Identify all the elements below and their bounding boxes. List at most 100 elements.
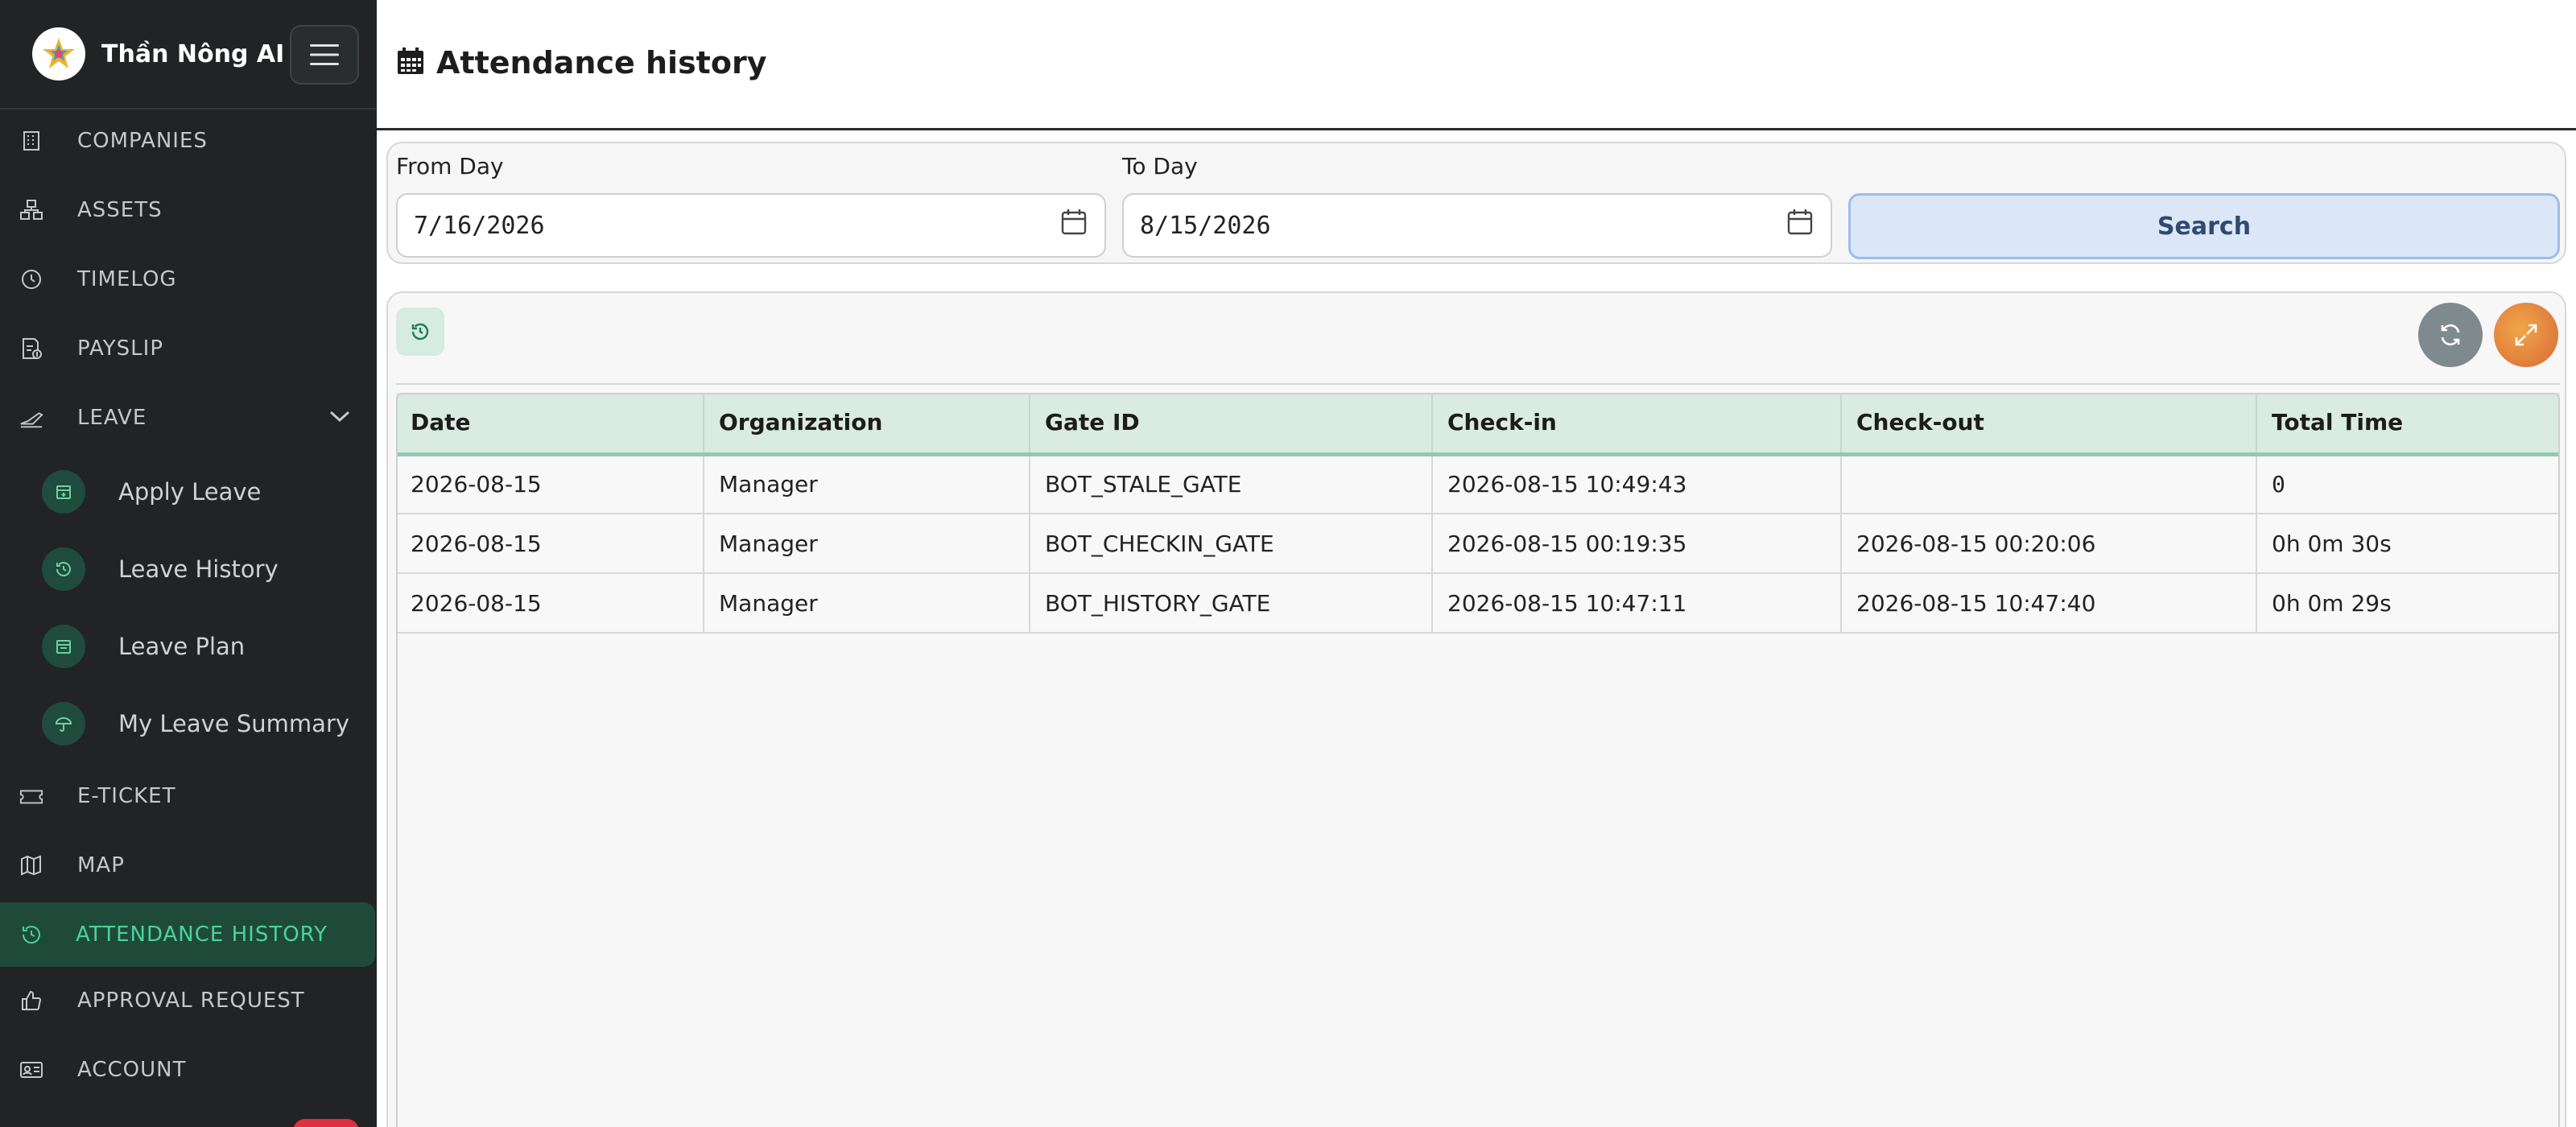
sidebar-item-companies[interactable]: COMPANIES [0,109,377,173]
cell-date: 2026-08-15 [396,514,704,574]
table-header-row: Date Organization Gate ID Check-in Check… [396,393,2560,456]
cell-check-out: 2026-08-15 10:47:40 [1841,573,2257,634]
chevron-down-icon[interactable] [328,409,351,427]
building-icon [19,129,43,153]
column-header-check-in[interactable]: Check-in [1432,393,1842,456]
history-toggle-button[interactable] [396,308,444,356]
sidebar-item-label: LEAVE [77,406,147,430]
column-header-organization[interactable]: Organization [704,393,1030,456]
refresh-button[interactable] [2418,303,2483,367]
sidebar-subitem-label: My Leave Summary [118,710,350,737]
cell-organization: Manager [704,573,1030,634]
sidebar-subitem-my-leave-summary[interactable]: My Leave Summary [0,688,377,759]
sidebar-item-label: ACCOUNT [77,1058,187,1082]
sidebar-item-e-ticket[interactable]: E-TICKET [0,764,377,828]
sidebar-item-approval-request[interactable]: APPROVAL REQUEST [0,968,377,1033]
to-day-label: To Day [1122,153,1198,180]
cell-date: 2026-08-15 [396,454,704,514]
sidebar-item-map[interactable]: MAP [0,833,377,898]
notification-badge[interactable] [293,1119,359,1127]
sidebar-subitem-label: Leave History [118,555,279,583]
from-day-label: From Day [396,153,504,180]
calendar-icon [42,625,85,668]
calendar-icon[interactable] [1059,208,1088,243]
cell-check-out: 2026-08-15 00:20:06 [1841,514,2257,574]
leave-icon [19,406,43,430]
cell-total-time: 0 [2256,454,2560,514]
attendance-table: Date Organization Gate ID Check-in Check… [396,393,2560,634]
menu-toggle-button[interactable] [290,25,359,85]
map-icon [19,853,43,877]
hamburger-icon [310,44,339,65]
sidebar-item-account[interactable]: ACCOUNT [0,1038,377,1102]
calendar-grid-icon [396,47,425,79]
sidebar-item-label: APPROVAL REQUEST [77,989,305,1013]
column-header-total-time[interactable]: Total Time [2256,393,2560,456]
payslip-icon [19,336,43,361]
to-day-input[interactable]: 8/15/2026 [1122,193,1832,258]
cell-gate-id: BOT_HISTORY_GATE [1030,573,1433,634]
search-button[interactable]: Search [1848,193,2560,259]
thumbs-up-icon [19,989,43,1013]
attendance-table-card: Date Organization Gate ID Check-in Check… [386,291,2566,1127]
to-day-value: 8/15/2026 [1140,211,1271,240]
cell-total-time: 0h 0m 30s [2256,514,2560,574]
assets-icon [19,198,43,222]
ticket-icon [19,784,43,808]
expand-button[interactable] [2494,303,2558,367]
table-row[interactable]: 2026-08-15 Manager BOT_HISTORY_GATE 2026… [396,573,2560,634]
main-content: From Day 7/16/2026 To Day 8/15/2026 Sear… [377,130,2576,1127]
expand-icon [2515,324,2537,346]
sidebar-item-leave[interactable]: LEAVE [0,386,377,450]
umbrella-icon [42,702,85,745]
cell-organization: Manager [704,454,1030,514]
column-header-gate-id[interactable]: Gate ID [1030,393,1433,456]
sidebar-item-timelog[interactable]: TIMELOG [0,247,377,312]
table-row[interactable]: 2026-08-15 Manager BOT_CHECKIN_GATE 2026… [396,514,2560,574]
sidebar-subitem-leave-plan[interactable]: Leave Plan [0,611,377,682]
brand-name: Thần Nông AI [101,39,285,68]
column-header-check-out[interactable]: Check-out [1841,393,2257,456]
cell-check-in: 2026-08-15 10:49:43 [1432,454,1842,514]
sidebar-item-label: MAP [77,853,125,877]
sidebar-item-payslip[interactable]: PAYSLIP [0,316,377,381]
clock-icon [19,267,43,291]
from-day-value: 7/16/2026 [414,211,545,240]
cell-check-out [1841,454,2257,514]
cell-gate-id: BOT_STALE_GATE [1030,454,1433,514]
sidebar-item-label: ATTENDANCE HISTORY [76,923,328,947]
toolbar-divider [396,383,2560,385]
sidebar-item-label: TIMELOG [77,267,177,291]
sidebar-item-label: PAYSLIP [77,336,164,361]
calendar-plus-icon [42,470,85,514]
sidebar: Thần Nông AI COMPANIES ASSETS TIMELOG PA… [0,0,377,1127]
sidebar-item-label: ASSETS [77,198,163,222]
cell-total-time: 0h 0m 29s [2256,573,2560,634]
refresh-icon [2441,324,2460,346]
history-icon [19,923,43,947]
sidebar-subitem-label: Apply Leave [118,478,262,506]
sidebar-subitem-label: Leave Plan [118,633,246,660]
brand-header: Thần Nông AI [0,0,377,109]
sidebar-subitem-apply-leave[interactable]: Apply Leave [0,456,377,527]
from-day-input[interactable]: 7/16/2026 [396,193,1106,258]
table-row[interactable]: 2026-08-15 Manager BOT_STALE_GATE 2026-0… [396,454,2560,514]
page-header: Attendance history [377,0,2576,130]
cell-check-in: 2026-08-15 00:19:35 [1432,514,1842,574]
sidebar-item-attendance-history[interactable]: ATTENDANCE HISTORY [0,902,375,967]
cell-date: 2026-08-15 [396,573,704,634]
page-title-text: Attendance history [436,44,767,80]
cell-organization: Manager [704,514,1030,574]
history-icon [42,547,85,591]
column-header-date[interactable]: Date [396,393,704,456]
history-icon [411,323,429,341]
page-title: Attendance history [396,45,766,80]
sidebar-item-assets[interactable]: ASSETS [0,178,377,242]
sidebar-item-label: COMPANIES [77,129,208,153]
sidebar-subitem-leave-history[interactable]: Leave History [0,534,377,605]
sidebar-item-label: E-TICKET [77,784,176,808]
cell-gate-id: BOT_CHECKIN_GATE [1030,514,1433,574]
brand-logo[interactable] [32,27,85,80]
calendar-icon[interactable] [1785,208,1814,243]
id-card-icon [19,1058,43,1082]
